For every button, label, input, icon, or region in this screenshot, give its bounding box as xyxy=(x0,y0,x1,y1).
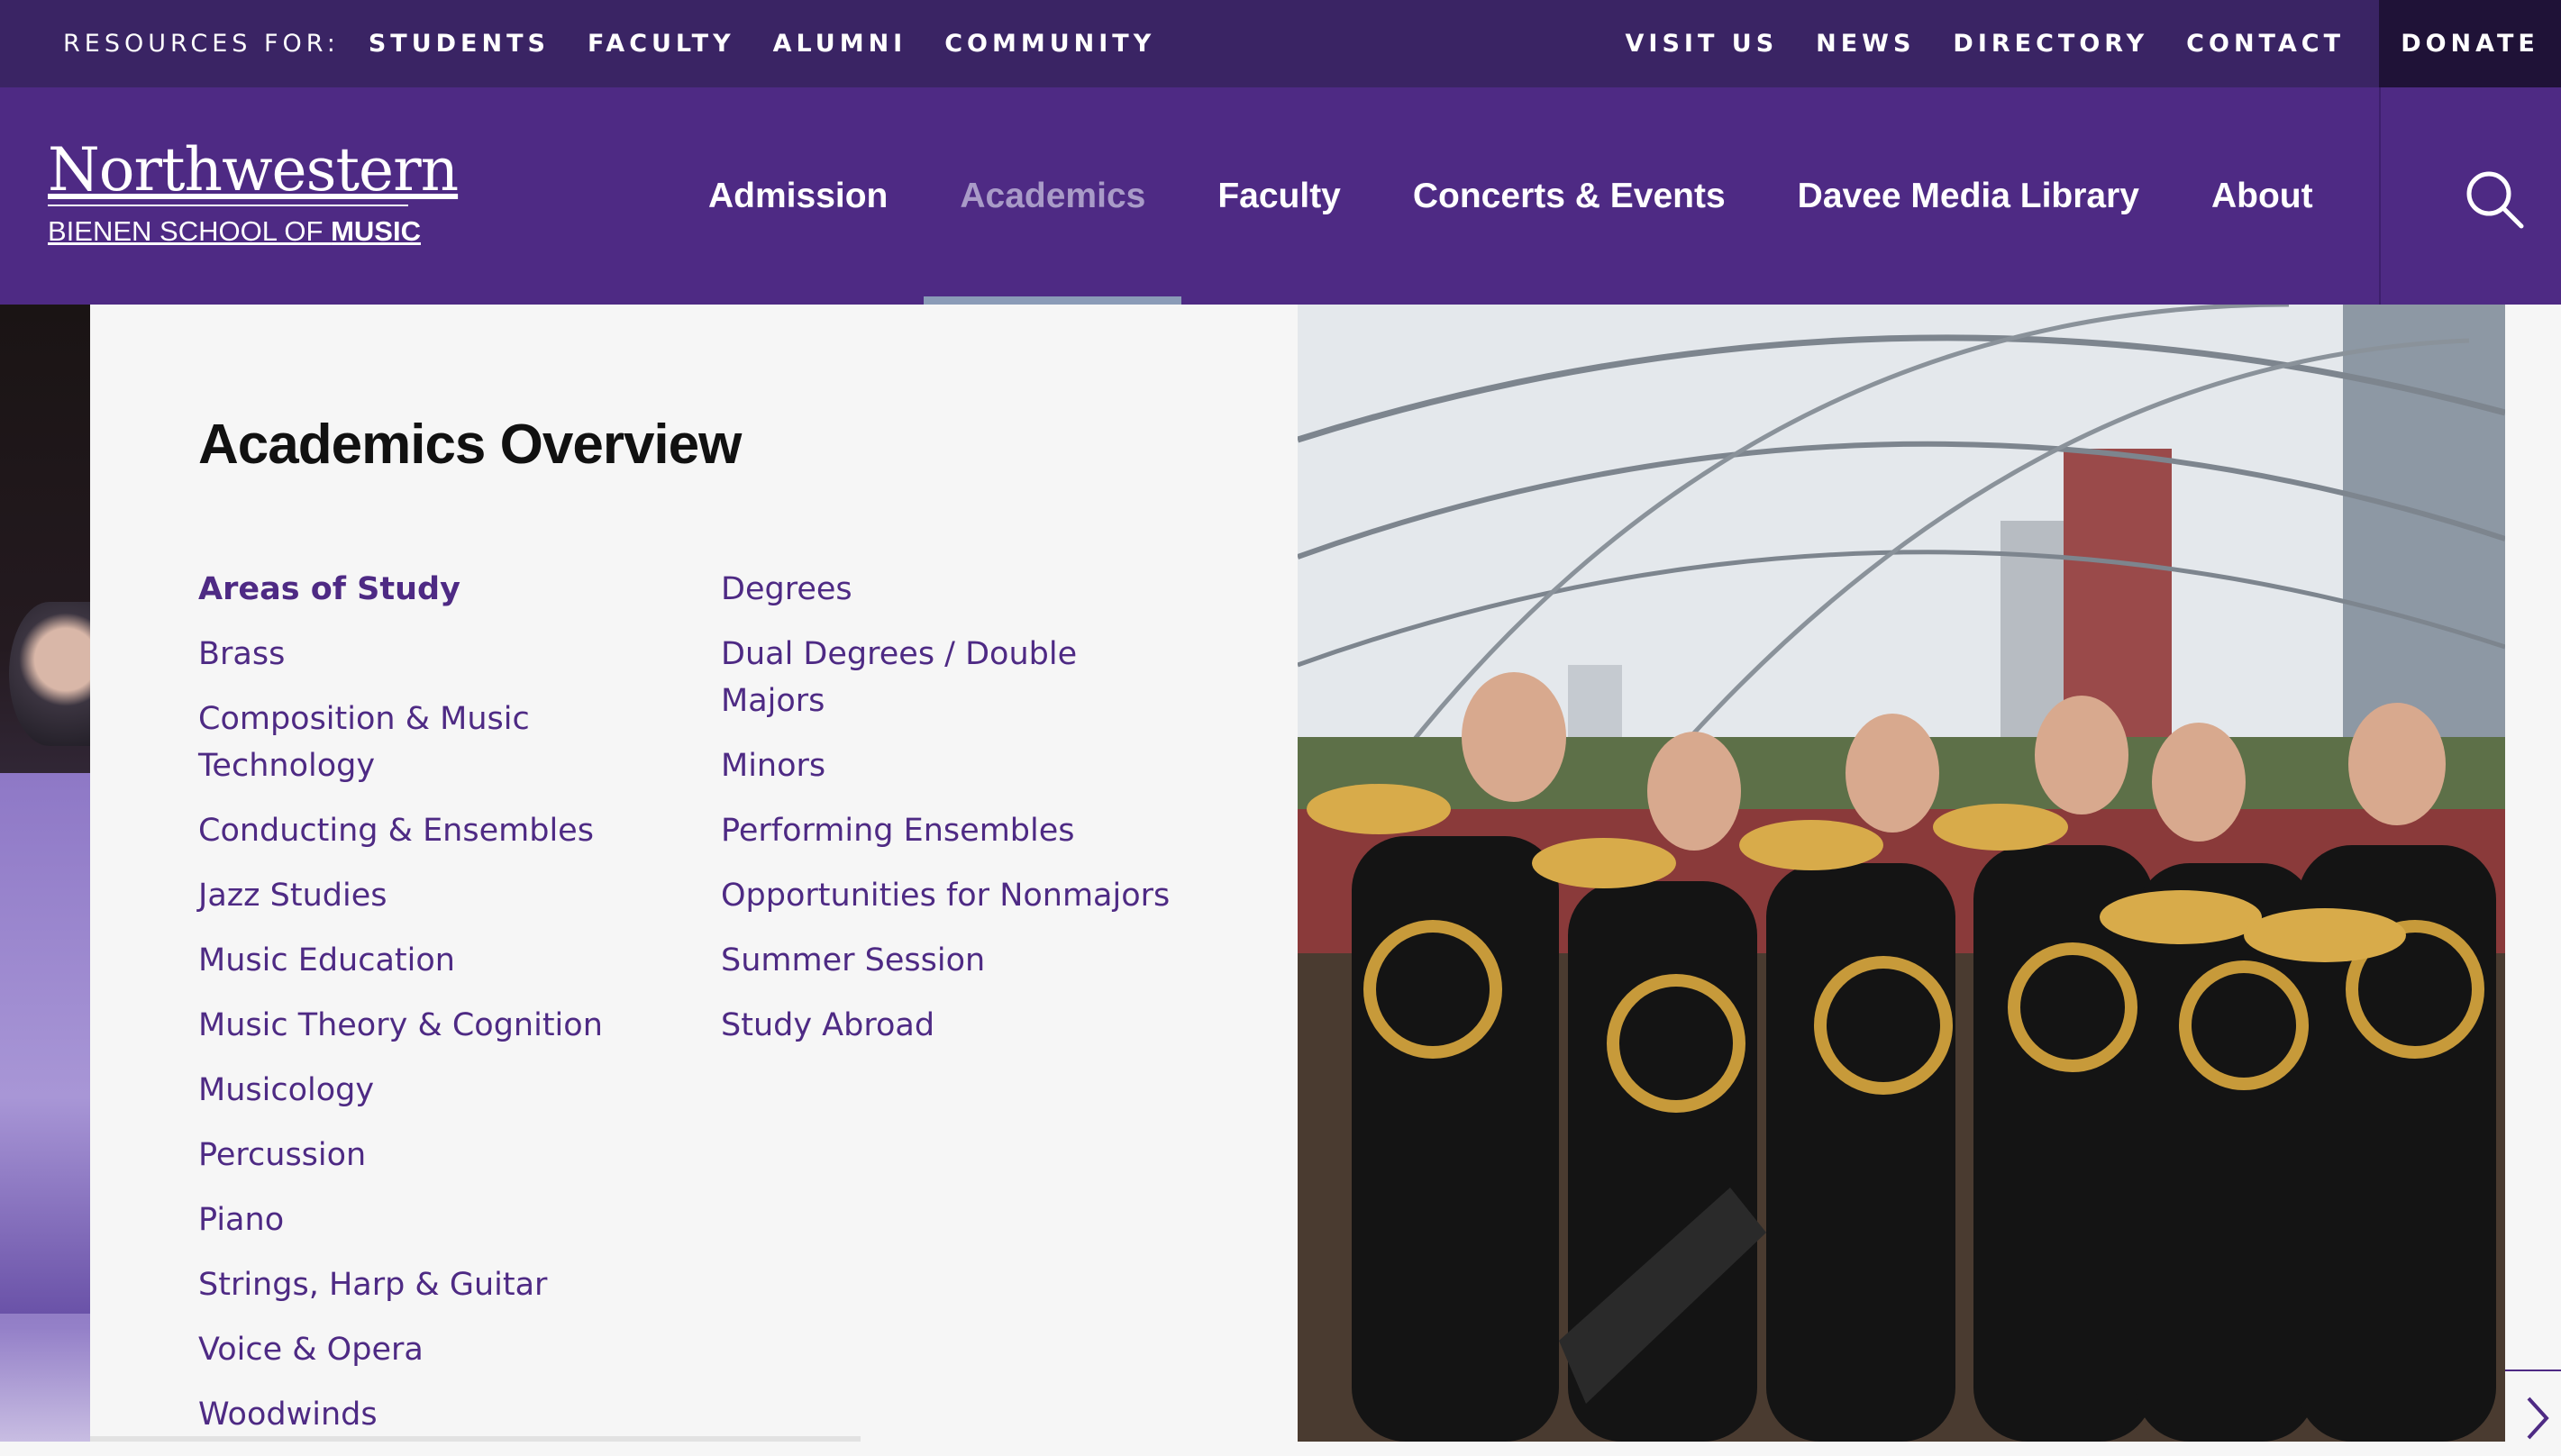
utility-link-directory[interactable]: DIRECTORY xyxy=(1953,30,2148,58)
academics-mega-menu: Academics Overview Areas of Study Brass … xyxy=(90,305,1298,1442)
menu-link-conducting[interactable]: Conducting & Ensembles xyxy=(198,807,667,854)
background-photo-strip xyxy=(0,305,90,1442)
nav-item-academics[interactable]: Academics xyxy=(924,87,1182,305)
menu-link-performing-ensembles[interactable]: Performing Ensembles xyxy=(721,807,1189,854)
search-icon xyxy=(2466,171,2524,229)
mega-menu-left-column: Areas of Study Brass Composition & Music… xyxy=(198,566,667,1456)
main-nav: Northwestern BIENEN SCHOOL OF MUSIC Admi… xyxy=(0,87,2561,305)
mega-menu-title: Academics Overview xyxy=(198,414,742,476)
nav-item-admission[interactable]: Admission xyxy=(708,87,888,305)
resource-link-alumni[interactable]: ALUMNI xyxy=(773,30,907,58)
search-button[interactable] xyxy=(2462,167,2527,232)
utility-link-contact[interactable]: CONTACT xyxy=(2186,30,2345,58)
logo-subtitle-bold: MUSIC xyxy=(331,215,421,247)
resource-link-community[interactable]: COMMUNITY xyxy=(944,30,1155,58)
utility-links: VISIT US NEWS DIRECTORY CONTACT xyxy=(1626,0,2345,87)
mega-menu-right-column: Degrees Dual Degrees / Double Majors Min… xyxy=(721,566,1189,1067)
performer-dress-image xyxy=(0,773,90,1314)
menu-link-music-education[interactable]: Music Education xyxy=(198,937,667,984)
nav-item-davee-media-library[interactable]: Davee Media Library xyxy=(1798,87,2139,305)
menu-link-woodwinds[interactable]: Woodwinds xyxy=(198,1391,667,1438)
resources-nav: RESOURCES FOR: STUDENTS FACULTY ALUMNI C… xyxy=(63,0,1193,87)
nav-item-about[interactable]: About xyxy=(2211,87,2313,305)
site-logo[interactable]: Northwestern BIENEN SCHOOL OF MUSIC xyxy=(48,135,459,248)
menu-link-voice-opera[interactable]: Voice & Opera xyxy=(198,1326,667,1373)
chevron-right-icon xyxy=(2527,1397,2549,1440)
menu-link-degrees[interactable]: Degrees xyxy=(721,566,1189,613)
menu-link-composition[interactable]: Composition & Music Technology xyxy=(198,696,667,789)
menu-link-musicology[interactable]: Musicology xyxy=(198,1067,667,1114)
logo-wordmark: Northwestern xyxy=(48,135,459,206)
nav-divider xyxy=(2379,87,2381,305)
menu-link-areas-of-study[interactable]: Areas of Study xyxy=(198,566,667,613)
photo-illustration xyxy=(1298,305,2505,1442)
menu-link-nonmajors[interactable]: Opportunities for Nonmajors xyxy=(721,872,1189,919)
menu-link-percussion[interactable]: Percussion xyxy=(198,1132,667,1178)
nav-item-faculty[interactable]: Faculty xyxy=(1217,87,1341,305)
logo-subtitle: BIENEN SCHOOL OF MUSIC xyxy=(48,215,421,248)
utility-link-visit-us[interactable]: VISIT US xyxy=(1626,30,1779,58)
utility-bar: RESOURCES FOR: STUDENTS FACULTY ALUMNI C… xyxy=(0,0,2561,87)
menu-link-brass[interactable]: Brass xyxy=(198,631,667,678)
resource-link-students[interactable]: STUDENTS xyxy=(369,30,550,58)
resources-label: RESOURCES FOR: xyxy=(63,30,340,58)
menu-link-music-theory[interactable]: Music Theory & Cognition xyxy=(198,1002,667,1049)
performer-image xyxy=(9,602,90,746)
horn-ensemble-photo xyxy=(1298,305,2505,1442)
carousel-next-button[interactable] xyxy=(2505,1370,2561,1443)
menu-link-piano[interactable]: Piano xyxy=(198,1197,667,1243)
menu-link-study-abroad[interactable]: Study Abroad xyxy=(721,1002,1189,1049)
utility-link-news[interactable]: NEWS xyxy=(1816,30,1915,58)
right-gutter xyxy=(2505,305,2561,1442)
menu-link-jazz-studies[interactable]: Jazz Studies xyxy=(198,872,667,919)
logo-subtitle-regular: BIENEN SCHOOL OF xyxy=(48,215,332,247)
menu-link-summer-session[interactable]: Summer Session xyxy=(721,937,1189,984)
primary-nav: Admission Academics Faculty Concerts & E… xyxy=(708,87,2385,305)
menu-bottom-shadow xyxy=(90,1436,861,1442)
menu-link-strings[interactable]: Strings, Harp & Guitar xyxy=(198,1261,667,1308)
nav-item-concerts-events[interactable]: Concerts & Events xyxy=(1413,87,1726,305)
menu-link-dual-degrees[interactable]: Dual Degrees / Double Majors xyxy=(721,631,1189,724)
resource-link-faculty[interactable]: FACULTY xyxy=(588,30,735,58)
donate-button[interactable]: DONATE xyxy=(2379,0,2561,87)
menu-link-minors[interactable]: Minors xyxy=(721,742,1189,789)
